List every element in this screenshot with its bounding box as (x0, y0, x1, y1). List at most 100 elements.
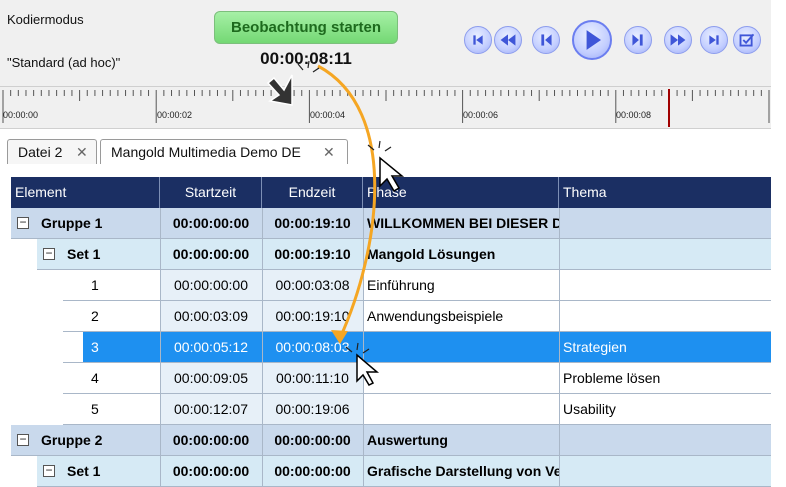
grid-line (262, 239, 263, 270)
collapse-icon[interactable]: − (17, 433, 29, 446)
close-icon[interactable]: ✕ (76, 140, 88, 164)
grid-line (160, 363, 161, 394)
play-button[interactable] (572, 20, 612, 60)
cell-end: 00:00:19:10 (262, 301, 363, 332)
current-timecode: 00:00:08:11 (260, 49, 352, 68)
tree-indent (11, 270, 63, 301)
ruler-ticks (2, 89, 770, 127)
event-row[interactable]: 1 00:00:00:00 00:00:03:08 Einführung (11, 270, 771, 301)
collapse-icon[interactable]: − (17, 216, 29, 229)
rewind-button[interactable] (494, 26, 522, 54)
cell-thema: Strategien (563, 339, 627, 355)
cell-element: Gruppe 2 (41, 432, 103, 448)
grid-line (363, 270, 364, 301)
fast-forward-button[interactable] (664, 26, 692, 54)
cell-element: 2 (91, 308, 99, 324)
grid-line (160, 394, 161, 425)
tick-label: 00:00:02 (157, 110, 193, 120)
tree-indent (11, 363, 63, 394)
grid-line (262, 363, 263, 394)
cell-end: 00:00:03:08 (262, 270, 363, 301)
grid-line (262, 425, 263, 456)
timeline-ruler[interactable]: 00:00:00 00:00:02 00:00:04 00:00:06 00:0… (0, 86, 771, 128)
cell-end: 00:00:19:10 (274, 215, 351, 231)
tick-label: 00:00:00 (3, 110, 39, 120)
cell-element: 4 (91, 370, 99, 386)
column-header-element[interactable]: Element (11, 177, 160, 208)
collapse-icon[interactable]: − (43, 247, 55, 260)
step-forward-icon (632, 34, 643, 46)
event-row[interactable]: 3 00:00:05:12 00:00:08:03 Strategien (11, 332, 771, 363)
cell-phase: WILLKOMMEN BEI DIESER DEMO-DATEI (367, 215, 559, 231)
cell-phase (363, 363, 559, 394)
column-header-end[interactable]: Endzeit (262, 177, 363, 208)
tab-mangold-multimedia-demo[interactable]: Mangold Multimedia Demo DE ✕ (100, 139, 348, 164)
group-row[interactable]: − Gruppe 2 00:00:00:00 00:00:00:00 Auswertun… (11, 425, 771, 456)
tree-indent (11, 394, 63, 425)
cell-element: 5 (91, 401, 99, 417)
grid-line (262, 208, 263, 239)
grid-line (262, 394, 263, 425)
cell-start: 00:00:00:00 (172, 432, 250, 448)
cell-end: 00:00:08:03 (275, 339, 350, 355)
cell-start: 00:00:00:00 (172, 463, 250, 479)
grid-line (559, 270, 560, 301)
grid-line (559, 332, 560, 363)
step-back-button[interactable] (532, 26, 560, 54)
set-row[interactable]: − Set 1 00:00:00:00 00:00:00:00 Grafische Da… (11, 456, 771, 487)
grid-line (363, 394, 364, 425)
cell-start: 00:00:00:00 (172, 246, 250, 262)
right-margin (771, 0, 786, 487)
tree-indent (11, 456, 37, 487)
cell-element: Set 1 (67, 463, 101, 479)
collapse-icon[interactable]: − (43, 464, 55, 477)
cell-start: 00:00:12:07 (160, 394, 262, 425)
step-forward-button[interactable] (624, 26, 652, 54)
cell-thema: Usability (563, 401, 616, 417)
play-icon (586, 30, 601, 50)
event-grid: Element Startzeit Endzeit Phase Thema − Gruppe… (0, 177, 771, 487)
tree-indent (11, 332, 83, 363)
coding-mode-label: Kodiermodus (7, 12, 84, 27)
cell-element: Gruppe 1 (41, 215, 103, 231)
cell-start: 00:00:03:09 (160, 301, 262, 332)
event-row[interactable]: 2 00:00:03:09 00:00:19:10 Anwendungsbeispie… (11, 301, 771, 332)
event-row[interactable]: 5 00:00:12:07 00:00:19:06 Usability (11, 394, 771, 425)
set-row[interactable]: − Set 1 00:00:00:00 00:00:19:10 Mangold Lösu… (11, 239, 771, 270)
go-to-start-button[interactable] (464, 26, 492, 54)
grid-line (363, 425, 364, 456)
cell-start: 00:00:05:12 (174, 339, 248, 355)
column-header-start[interactable]: Startzeit (160, 177, 262, 208)
close-icon[interactable]: ✕ (323, 140, 335, 164)
grid-line (160, 301, 161, 332)
cell-end: 00:00:00:00 (274, 432, 351, 448)
grid-line (559, 239, 560, 270)
grid-line (160, 456, 161, 487)
grid-line (559, 394, 560, 425)
grid-line (559, 363, 560, 394)
tab-datei-2[interactable]: Datei 2 ✕ (7, 139, 97, 164)
grid-line (363, 456, 364, 487)
group-row[interactable]: − Gruppe 1 00:00:00:00 00:00:19:10 WILLKOMME… (11, 208, 771, 239)
cell-thema (559, 425, 771, 456)
cell-end: 00:00:19:10 (274, 246, 351, 262)
cell-thema (559, 301, 771, 332)
grid-line (160, 239, 161, 270)
go-to-end-button[interactable] (700, 26, 728, 54)
cell-end: 00:00:11:10 (262, 363, 363, 394)
cell-phase: Einführung (367, 277, 435, 293)
event-row[interactable]: 4 00:00:09:05 00:00:11:10 Probleme lösen (11, 363, 771, 394)
cell-thema (559, 208, 771, 239)
column-header-thema[interactable]: Thema (559, 177, 771, 208)
grid-line (160, 425, 161, 456)
column-header-phase[interactable]: Phase (363, 177, 559, 208)
rewind-icon (500, 34, 516, 46)
grid-line (559, 208, 560, 239)
cell-phase: Anwendungsbeispiele (367, 308, 504, 324)
tree-indent (11, 301, 63, 332)
grid-line (160, 208, 161, 239)
cell-element: Set 1 (67, 246, 101, 262)
checkbox-button[interactable] (733, 26, 761, 54)
start-observation-button[interactable]: Beobachtung starten (214, 11, 398, 44)
grid-line (262, 301, 263, 332)
